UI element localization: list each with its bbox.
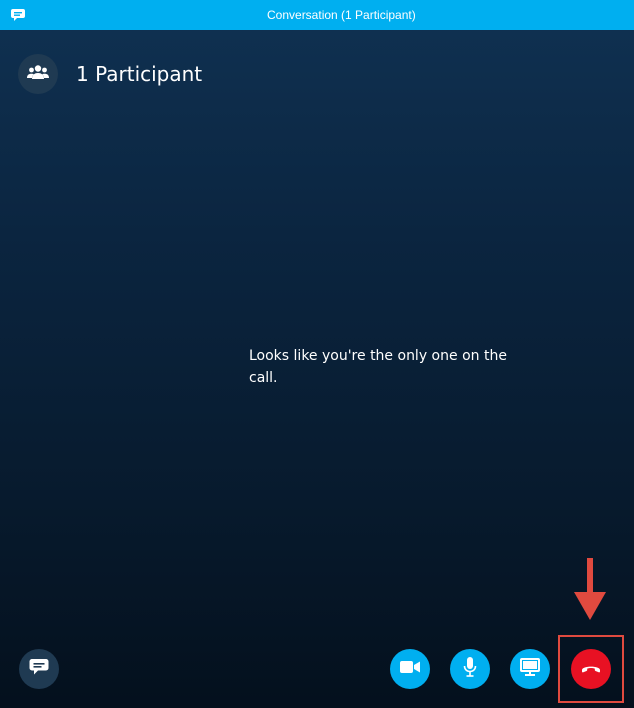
window-title: Conversation (1 Participant) (267, 8, 416, 22)
call-stage: 1 Participant Looks like you're the only… (0, 30, 634, 708)
screen-share-button[interactable] (510, 649, 550, 689)
microphone-button[interactable] (450, 649, 490, 689)
title-bar: Conversation (1 Participant) (0, 0, 634, 30)
annotation-arrow-icon (574, 558, 606, 620)
end-call-highlight-box (558, 635, 624, 703)
people-icon (27, 64, 49, 85)
participants-button[interactable] (18, 54, 58, 94)
only-one-message: Looks like you're the only one on the ca… (249, 348, 507, 386)
chat-button[interactable] (19, 649, 59, 689)
video-button[interactable] (390, 649, 430, 689)
participants-label: 1 Participant (76, 62, 203, 86)
video-camera-icon (400, 660, 420, 679)
microphone-icon (463, 656, 477, 682)
chat-icon (29, 658, 49, 681)
screen-share-icon (520, 657, 540, 681)
